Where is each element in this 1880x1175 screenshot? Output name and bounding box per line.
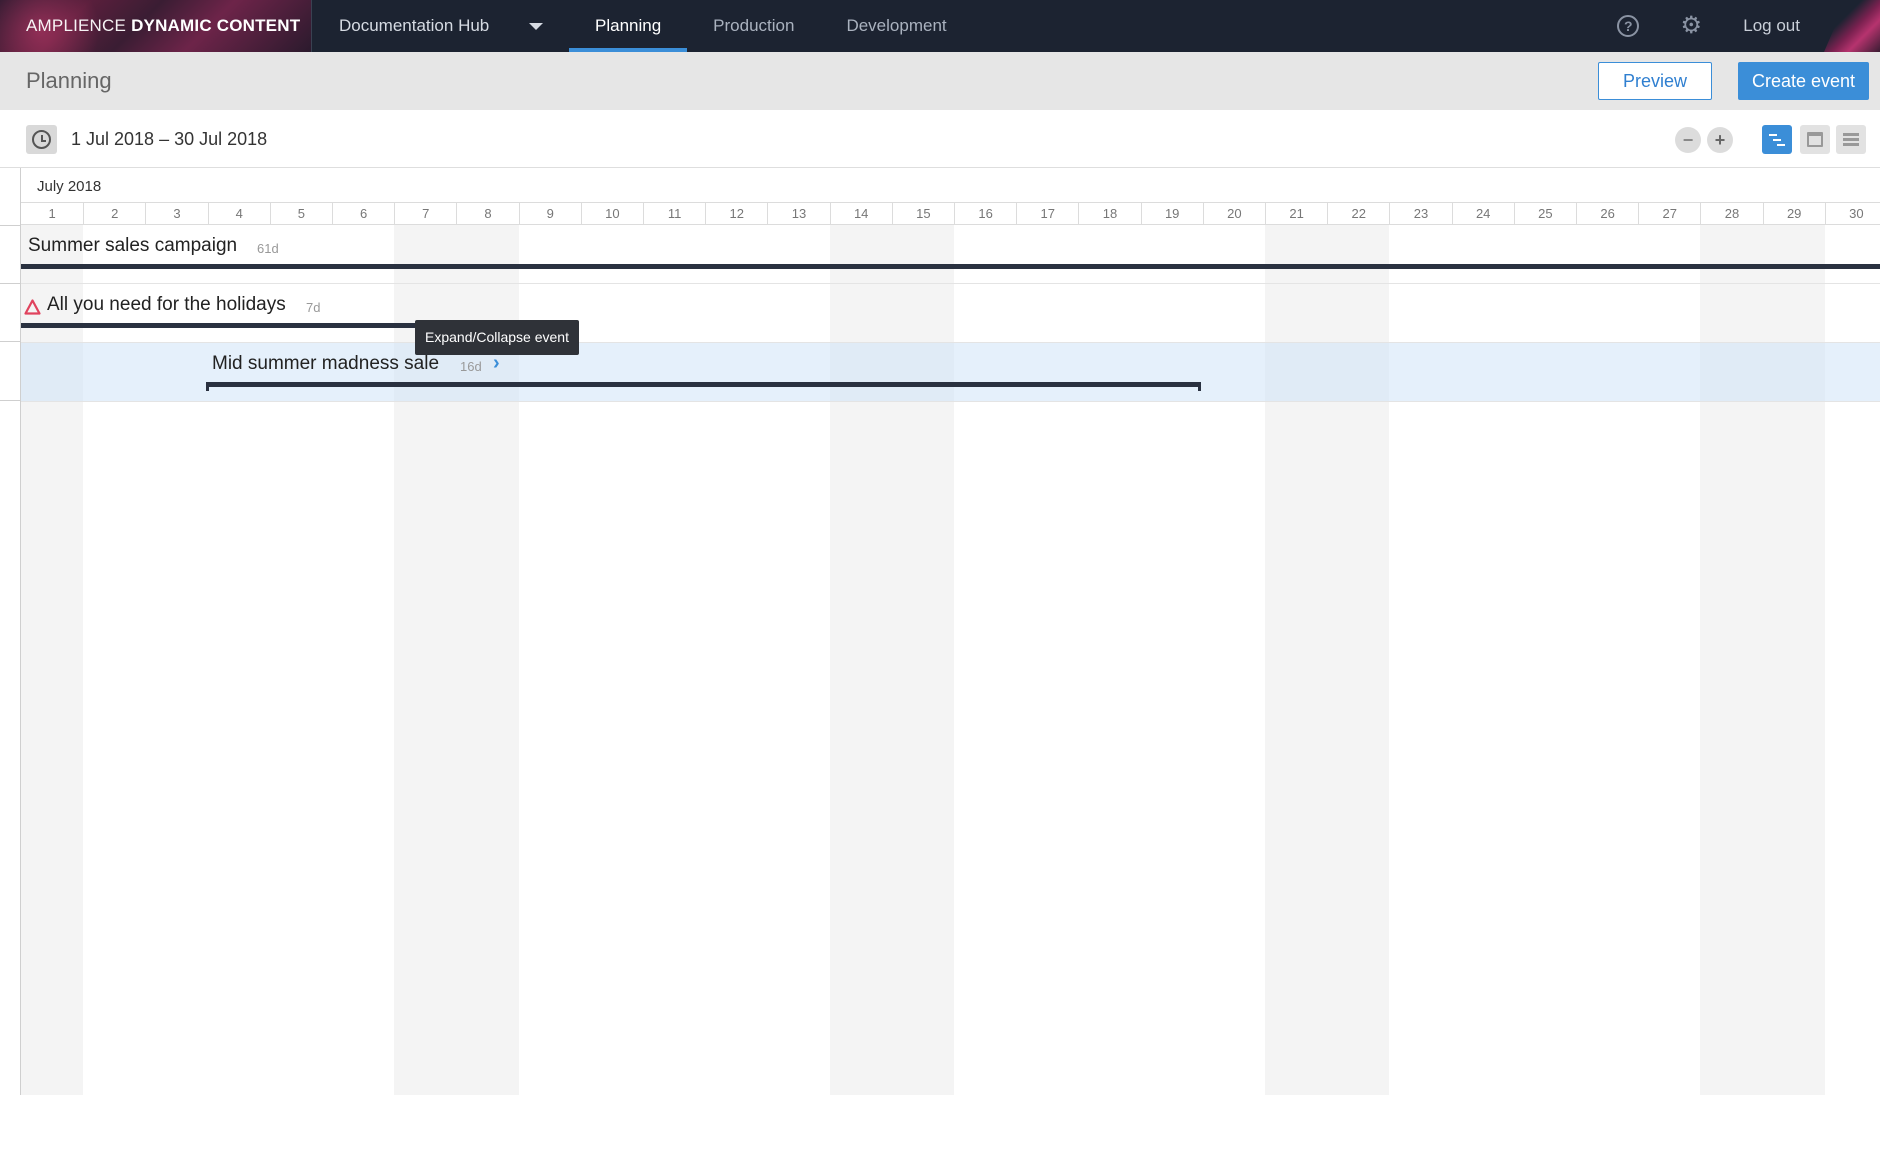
day-cell: 9	[518, 203, 581, 224]
tab-planning[interactable]: Planning	[569, 0, 688, 52]
top-nav: AMPLIENCE DYNAMIC CONTENT Documentation H…	[0, 0, 1880, 52]
date-range-button[interactable]	[26, 125, 57, 154]
month-label: July 2018	[37, 178, 102, 195]
gutter-tick	[0, 341, 20, 342]
hub-selector[interactable]: Documentation Hub	[312, 0, 569, 52]
day-cell: 25	[1513, 203, 1576, 224]
clock-icon	[32, 130, 51, 149]
day-cell: 24	[1451, 203, 1514, 224]
event-duration: 61d	[257, 241, 279, 256]
calendar-icon	[1807, 132, 1823, 147]
day-cell: 16	[954, 203, 1016, 224]
event-row-holidays[interactable]: All you need for the holidays 7d	[21, 284, 1880, 343]
expand-collapse-tooltip: Expand/Collapse event	[415, 320, 579, 355]
day-cell: 4	[207, 203, 270, 224]
day-cell: 3	[145, 203, 207, 224]
gutter-tick	[0, 400, 20, 401]
chevron-right-icon[interactable]: ›	[493, 352, 500, 375]
day-cell: 21	[1265, 203, 1327, 224]
day-cell: 27	[1638, 203, 1700, 224]
day-cell: 26	[1576, 203, 1638, 224]
day-cell: 19	[1140, 203, 1203, 224]
page-header: Planning Preview Create event	[0, 52, 1880, 110]
day-cell: 2	[83, 203, 145, 224]
hub-name: Documentation Hub	[339, 16, 490, 35]
logout-link[interactable]: Log out	[1743, 16, 1800, 36]
page-title: Planning	[26, 68, 112, 93]
nav-tabs: Planning Production Development	[569, 0, 973, 52]
gutter-tick	[0, 283, 20, 284]
event-duration: 16d	[460, 359, 482, 374]
day-cell: 6	[332, 203, 394, 224]
brand-logo[interactable]: AMPLIENCE DYNAMIC CONTENT	[0, 0, 312, 52]
tab-development[interactable]: Development	[820, 0, 972, 52]
help-icon[interactable]: ?	[1617, 15, 1640, 37]
day-cell: 17	[1016, 203, 1078, 224]
timeline-icon	[1769, 133, 1785, 146]
event-name: All you need for the holidays	[47, 294, 286, 315]
day-cell: 13	[767, 203, 829, 224]
day-cell: 23	[1389, 203, 1451, 224]
warning-icon	[24, 299, 41, 315]
month-header: July 2018	[21, 168, 1880, 202]
day-header-row: 1 2 3 4 5 6 7 8 9 10 11 12 13 14 15 16 17 18 19 20 21 22 23 24 2…	[21, 202, 1880, 225]
zoom-out-button[interactable]: −	[1675, 127, 1701, 153]
day-cell: 7	[394, 203, 456, 224]
list-view-button[interactable]	[1836, 125, 1866, 154]
event-row-mid-summer[interactable]: Mid summer madness sale 16d ›	[21, 343, 1880, 402]
day-cell: 11	[643, 203, 705, 224]
event-bar[interactable]	[21, 264, 1880, 269]
day-cell: 1	[48, 206, 56, 221]
day-cell: 5	[269, 203, 332, 224]
day-cell: 29	[1762, 203, 1825, 224]
event-duration: 7d	[306, 300, 321, 315]
date-range-label: 1 Jul 2018 – 30 Jul 2018	[71, 129, 268, 149]
event-bar[interactable]	[21, 323, 455, 328]
day-cell: 8	[456, 203, 518, 224]
event-bar[interactable]	[206, 382, 1201, 391]
corner-decoration	[1824, 0, 1880, 52]
planning-toolbar: 1 Jul 2018 – 30 Jul 2018 − +	[0, 110, 1880, 168]
day-cell: 28	[1700, 203, 1762, 224]
app-root: AMPLIENCE DYNAMIC CONTENT Documentation H…	[0, 0, 1880, 1175]
event-row-summer-sales[interactable]: Summer sales campaign 61d	[21, 225, 1880, 284]
day-cell: 18	[1078, 203, 1140, 224]
gutter-tick	[0, 225, 20, 226]
day-cell: 22	[1327, 203, 1389, 224]
preview-button[interactable]: Preview	[1598, 62, 1712, 100]
day-cell: 20	[1202, 203, 1265, 224]
timeline-calendar: July 2018 1 2 3 4 5 6 7 8 9 10 11 12 13 14 15 16 17 18 19 2…	[20, 168, 1880, 1095]
zoom-in-button[interactable]: +	[1707, 127, 1733, 153]
event-name: Mid summer madness sale	[212, 353, 440, 374]
event-name: Summer sales campaign	[28, 235, 238, 256]
tab-production[interactable]: Production	[687, 0, 820, 52]
create-event-button[interactable]: Create event	[1738, 62, 1869, 100]
day-cell: 10	[580, 203, 643, 224]
caret-down-icon	[529, 22, 543, 30]
day-cell: 15	[891, 203, 954, 224]
brand-light-text: AMPLIENCE	[26, 16, 127, 35]
brand-text: AMPLIENCE DYNAMIC CONTENT	[26, 16, 300, 36]
brand-bold-text: DYNAMIC CONTENT	[131, 16, 301, 35]
calendar-view-button[interactable]	[1800, 125, 1830, 154]
day-cell: 12	[705, 203, 767, 224]
nav-right: ? ⚙ Log out	[1617, 0, 1880, 52]
gear-icon[interactable]: ⚙	[1679, 14, 1703, 38]
day-cell: 30	[1824, 203, 1880, 224]
day-cell: 14	[829, 203, 892, 224]
timeline-view-button[interactable]	[1762, 125, 1792, 154]
list-icon	[1843, 133, 1859, 146]
